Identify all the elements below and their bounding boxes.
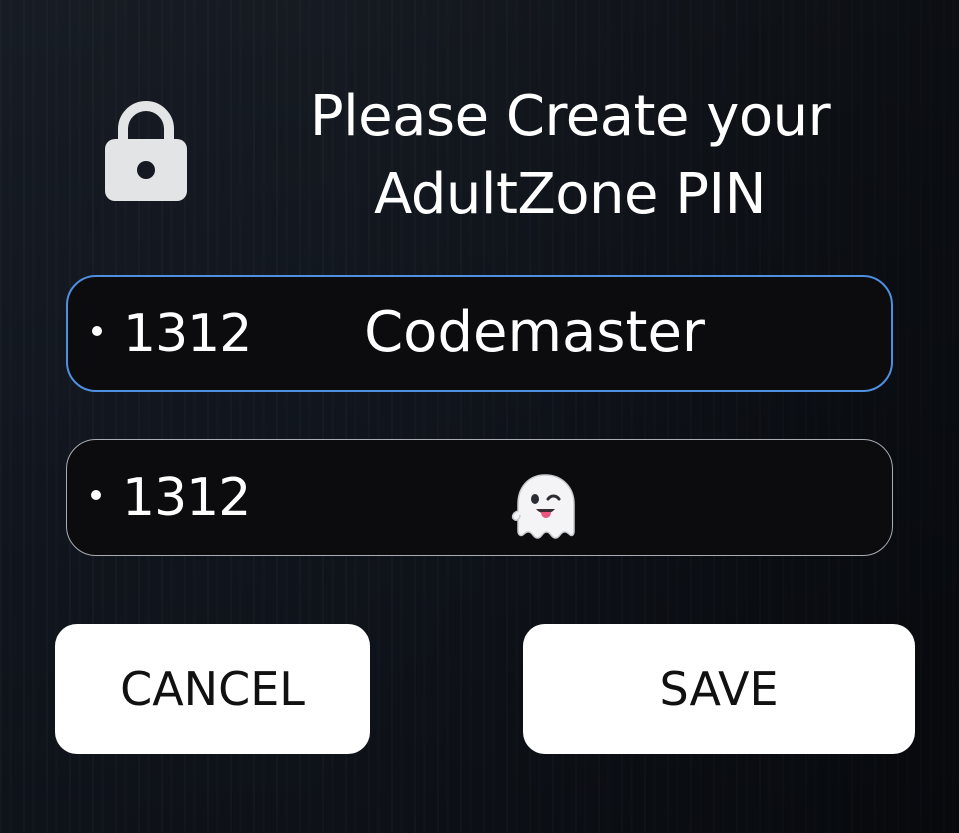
pin-input-field[interactable]: 1312 Codemaster (66, 275, 893, 392)
save-button[interactable]: SAVE (523, 624, 915, 754)
cancel-button[interactable]: CANCEL (55, 624, 370, 754)
pin-field-label: Codemaster (364, 299, 705, 365)
masked-pin-dot (91, 489, 101, 500)
winking-ghost-icon (508, 471, 582, 545)
dialog-title-line1: Please Create your (309, 84, 831, 149)
dialog-title: Please Create your AdultZone PIN (250, 78, 890, 234)
confirm-pin-value: 1312 (122, 467, 251, 528)
dialog-title-line2: AdultZone PIN (374, 162, 766, 227)
lock-icon (103, 95, 189, 205)
confirm-pin-input-field[interactable]: 1312 (66, 439, 893, 556)
